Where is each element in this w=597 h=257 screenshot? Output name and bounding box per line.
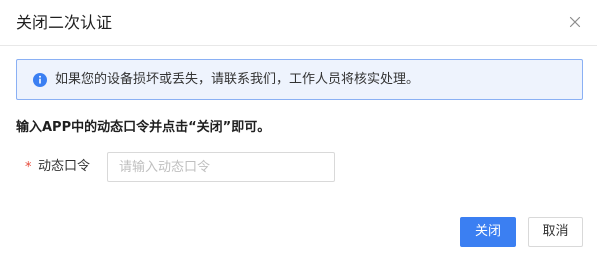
dialog-header: 关闭二次认证 bbox=[0, 0, 597, 46]
close-icon[interactable] bbox=[567, 14, 583, 30]
alert-message: 如果您的设备损坏或丢失，请联系我们，工作人员将核实处理。 bbox=[55, 72, 420, 87]
dialog-title: 关闭二次认证 bbox=[16, 13, 113, 32]
required-mark: * bbox=[25, 160, 32, 175]
info-alert: 如果您的设备损坏或丢失，请联系我们，工作人员将核实处理。 bbox=[16, 59, 583, 100]
dynamic-code-row: * 动态口令 bbox=[0, 152, 597, 182]
info-icon bbox=[33, 72, 47, 87]
disable-2fa-dialog: 关闭二次认证 如果您的设备损坏或丢失，请联系我们，工作人员将核实处理。 输入AP… bbox=[0, 0, 597, 257]
instruction-text: 输入APP中的动态口令并点击“关闭”即可。 bbox=[16, 120, 271, 135]
cancel-button[interactable]: 取消 bbox=[528, 217, 583, 247]
dynamic-code-label: 动态口令 bbox=[38, 159, 91, 174]
dynamic-code-input[interactable] bbox=[107, 152, 335, 182]
confirm-close-button[interactable]: 关闭 bbox=[460, 217, 516, 247]
